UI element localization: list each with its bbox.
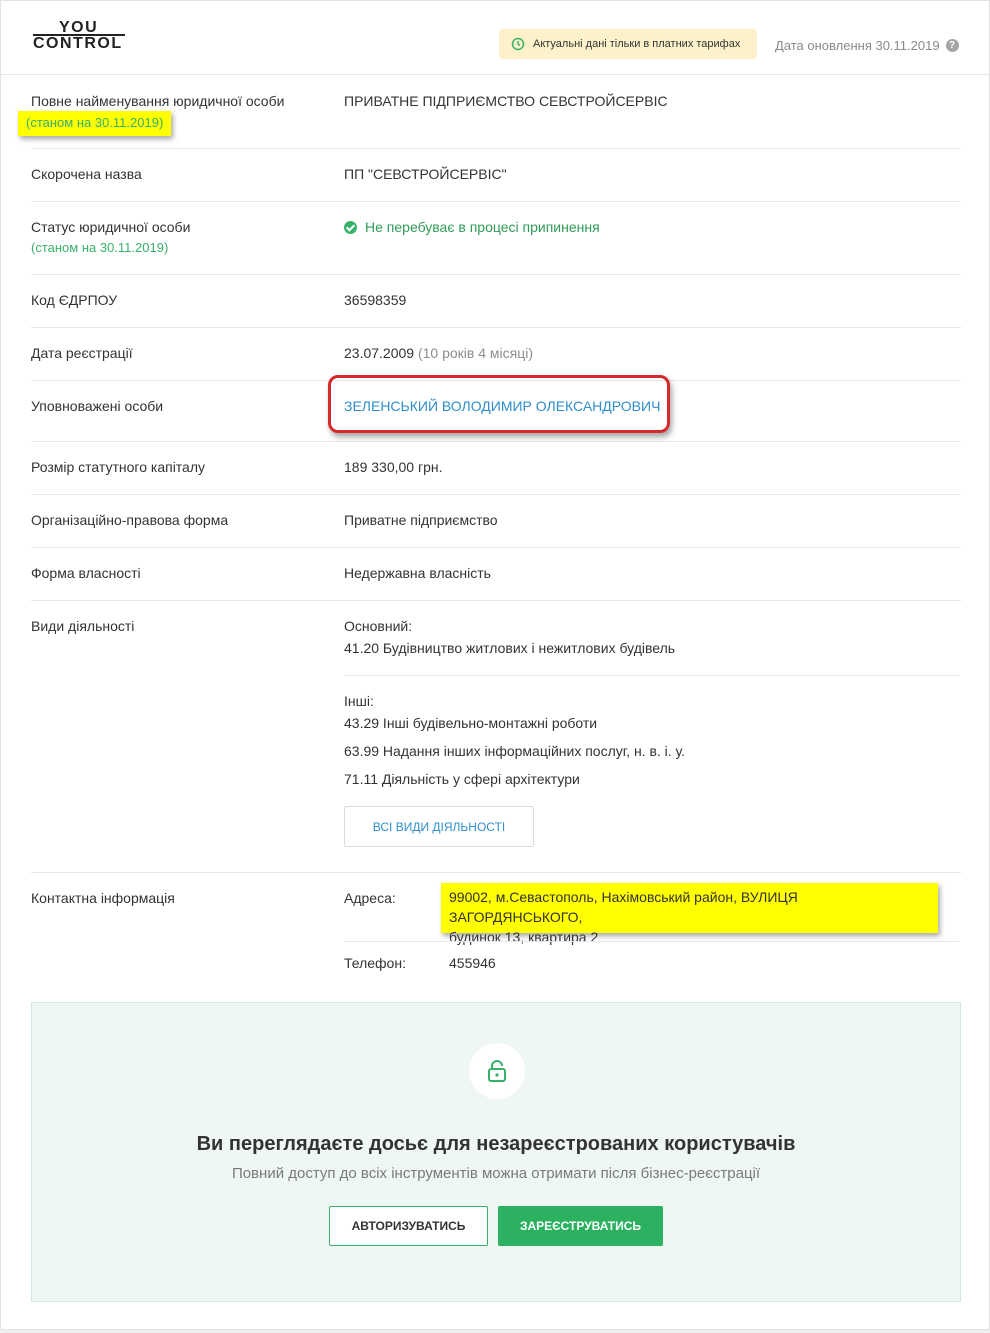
edrpou-label: Код ЄДРПОУ bbox=[31, 292, 118, 308]
logo-control-text: CONTROL bbox=[33, 35, 123, 52]
short-name-value: ПП "СЕВСТРОЙСЕРВІС" bbox=[344, 166, 507, 182]
address-label: Адреса: bbox=[344, 890, 396, 906]
capital-label: Розмір статутного капіталу bbox=[31, 459, 206, 475]
help-icon[interactable]: ? bbox=[945, 39, 959, 52]
other-activity-item: 43.29 Інші будівельно-монтажні роботи bbox=[344, 715, 598, 731]
header: YOU CONTROL Актуальні дані тільки в плат… bbox=[1, 1, 989, 75]
registration-date-label: Дата реєстрації bbox=[31, 345, 133, 361]
full-name-value: ПРИВАТНЕ ПІДПРИЄМСТВО СЕВСТРОЙСЕРВІС bbox=[344, 93, 668, 109]
full-name-date-note: (станом на 30.11.2019) bbox=[18, 111, 172, 136]
short-name-label: Скорочена назва bbox=[31, 166, 142, 182]
all-activities-button[interactable]: ВСІ ВИДИ ДІЯЛЬНОСТІ bbox=[344, 806, 534, 847]
cta-subtitle: Повний доступ до всіх інструментів можна… bbox=[231, 1165, 761, 1182]
contacts-label: Контактна інформація bbox=[31, 890, 175, 906]
row-registration-date: Дата реєстрації 23.07.2009 (10 років 4 м… bbox=[31, 328, 961, 381]
main-activity-label: Основний: bbox=[344, 618, 413, 634]
full-name-label: Повне найменування юридичної особи bbox=[31, 93, 285, 109]
update-date-text: Дата оновлення 30.11.2019 bbox=[775, 38, 940, 53]
status-value: Не перебуває в процесі припинення bbox=[344, 219, 600, 235]
update-date: Дата оновлення 30.11.2019 ? bbox=[775, 38, 959, 53]
other-activity-item: 63.99 Надання інших інформаційних послуг… bbox=[344, 743, 686, 759]
lock-icon bbox=[488, 1060, 506, 1082]
edrpou-value: 36598359 bbox=[344, 292, 407, 308]
ownership-label: Форма власності bbox=[31, 565, 141, 581]
register-button[interactable]: ЗАРЕЄСТРУВАТИСЬ bbox=[498, 1206, 663, 1246]
authorized-persons-label: Уповноважені особи bbox=[31, 398, 164, 414]
row-full-name: Повне найменування юридичної особи (стан… bbox=[18, 76, 961, 149]
main-activity-link[interactable]: 41.20 Будівництво житлових і нежитлових … bbox=[344, 640, 675, 656]
contacts-divider bbox=[344, 941, 959, 942]
clock-icon bbox=[511, 37, 525, 51]
company-dossier-page: YOU CONTROL Актуальні дані тільки в плат… bbox=[0, 0, 990, 1330]
ownership-value: Недержавна власність bbox=[344, 565, 491, 581]
cta-title: Ви переглядаєте досьє для незареєстрован… bbox=[196, 1133, 796, 1155]
login-button[interactable]: АВТОРИЗУВАТИСЬ bbox=[329, 1206, 488, 1246]
registration-cta-panel: Ви переглядаєте досьє для незареєстрован… bbox=[31, 1002, 961, 1302]
registration-date-value: 23.07.2009 (10 років 4 місяці) bbox=[344, 345, 533, 361]
activities-label: Види діяльності bbox=[31, 618, 135, 634]
row-edrpou: Код ЄДРПОУ 36598359 bbox=[31, 275, 961, 328]
check-circle-icon bbox=[344, 220, 357, 234]
lock-icon-badge bbox=[469, 1043, 525, 1099]
row-status: Статус юридичної особи (станом на 30.11.… bbox=[31, 202, 961, 275]
activities-divider bbox=[344, 675, 959, 676]
phone-label: Телефон: bbox=[344, 955, 406, 971]
address-line-1: 99002, м.Севастополь, Нахімовський район… bbox=[449, 889, 798, 925]
legal-form-value: Приватне підприємство bbox=[344, 512, 498, 528]
annotation-red-frame bbox=[328, 375, 670, 433]
address-value: 99002, м.Севастополь, Нахімовський район… bbox=[441, 883, 938, 945]
row-ownership: Форма власності Недержавна власність bbox=[31, 548, 961, 601]
other-activity-item: 71.11 Діяльність у сфері архітектури bbox=[344, 771, 580, 787]
row-short-name: Скорочена назва ПП "СЕВСТРОЙСЕРВІС" bbox=[31, 149, 961, 202]
legal-form-label: Організаційно-правова форма bbox=[31, 512, 229, 528]
paid-data-notice[interactable]: Актуальні дані тільки в платних тарифах bbox=[499, 29, 757, 59]
notice-text: Актуальні дані тільки в платних тарифах bbox=[533, 38, 741, 50]
row-legal-form: Організаційно-правова форма Приватне під… bbox=[31, 495, 961, 548]
registration-date-text: 23.07.2009 bbox=[344, 345, 415, 361]
other-activities-label: Інші: bbox=[344, 693, 374, 709]
capital-value: 189 330,00 грн. bbox=[344, 459, 443, 475]
status-text: Не перебуває в процесі припинення bbox=[365, 219, 600, 235]
status-label: Статус юридичної особи bbox=[31, 219, 191, 235]
youcontrol-logo[interactable]: YOU CONTROL bbox=[33, 19, 125, 55]
row-capital: Розмір статутного капіталу 189 330,00 гр… bbox=[31, 442, 961, 495]
status-date-note: (станом на 30.11.2019) bbox=[31, 240, 169, 255]
phone-value: 455946 bbox=[449, 955, 496, 971]
address-line-2: будинок 13, квартира 2 bbox=[449, 929, 599, 945]
company-age-text: (10 років 4 місяці) bbox=[417, 345, 534, 361]
